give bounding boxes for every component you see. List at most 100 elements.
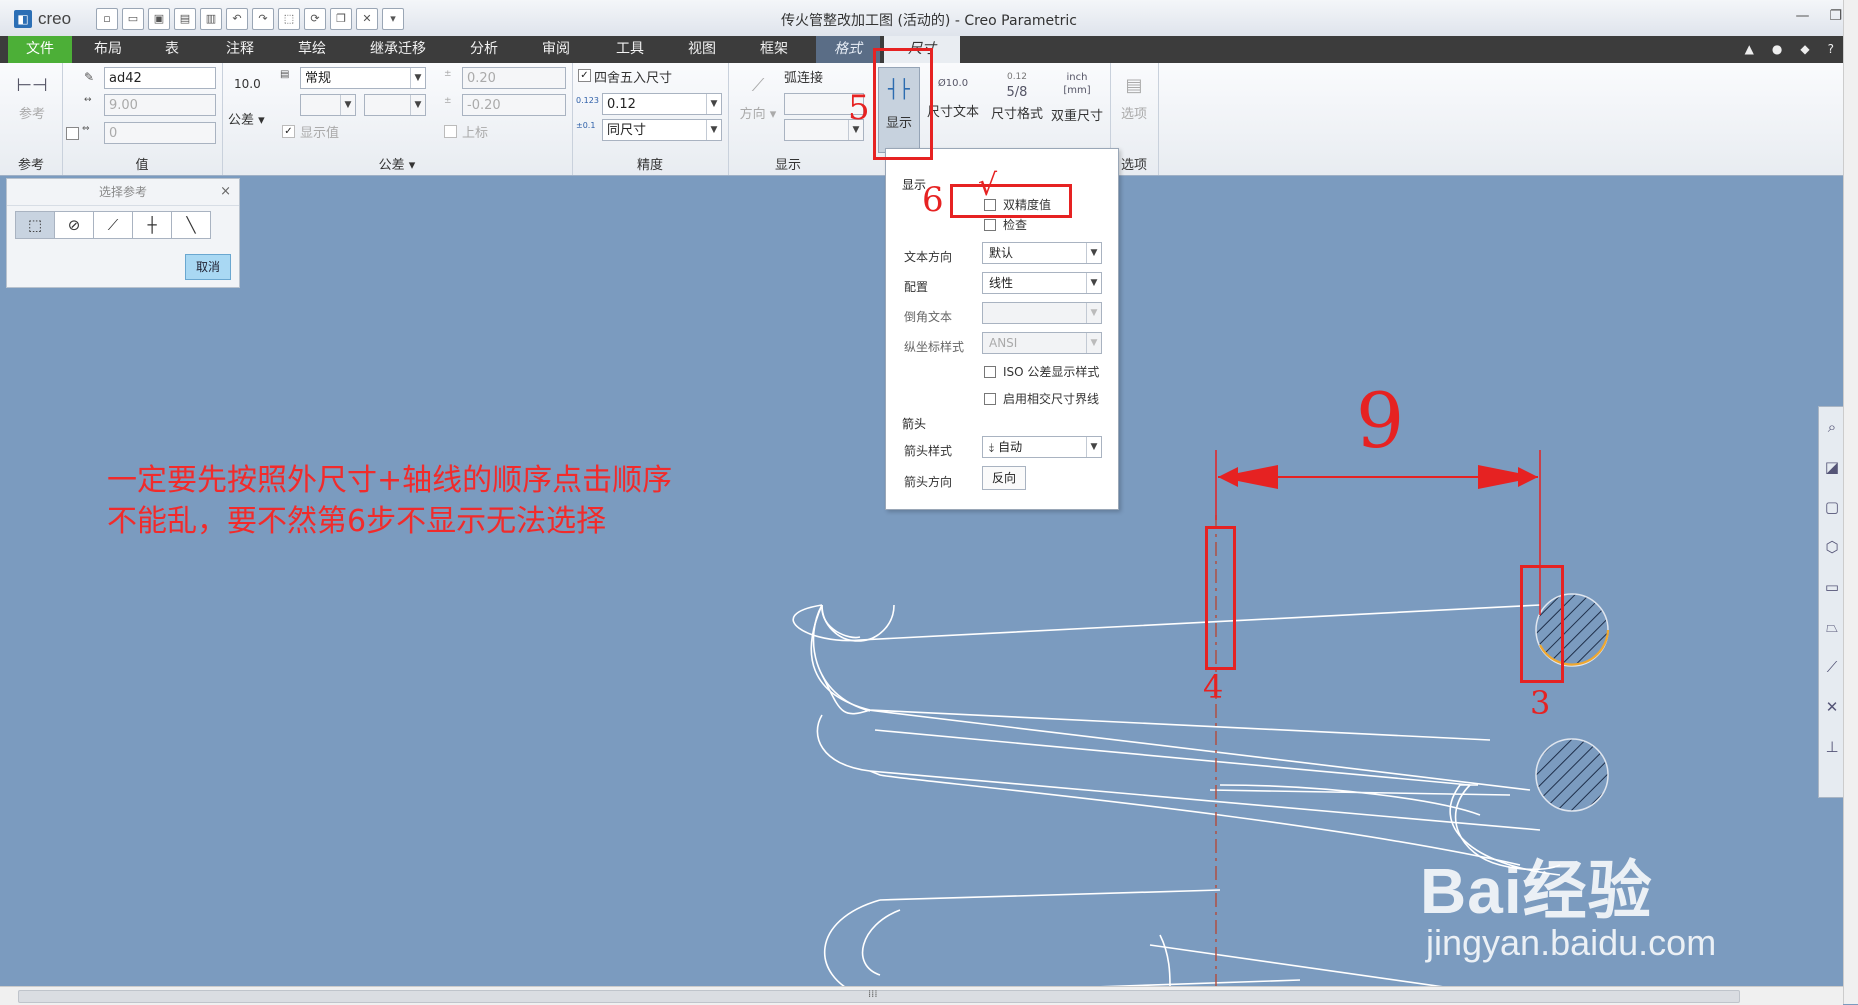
inspection-checkbox[interactable]	[984, 219, 996, 231]
horizontal-scroll-thumb[interactable]	[18, 990, 1740, 1003]
dimension-text-button[interactable]: Ø10.0 尺寸文本	[926, 67, 980, 120]
restore-icon[interactable]: ❐	[1829, 8, 1842, 24]
zoom-icon[interactable]: ⌕	[1819, 407, 1845, 447]
annotation-box-step5	[873, 48, 933, 160]
intersect-witness-label: 启用相交尺寸界线	[1003, 392, 1100, 406]
tab-annotate[interactable]: 注释	[206, 36, 274, 63]
dual-icon-top: inch	[1066, 72, 1088, 83]
horizontal-scrollbar[interactable]: ⁞⁞⁞	[0, 986, 1843, 1005]
arc-feature[interactable]	[821, 604, 895, 642]
annotation-box-step3	[1520, 565, 1564, 683]
show-value-checkbox[interactable]: ✓	[282, 125, 295, 138]
settings-icon[interactable]: ◆	[1800, 42, 1809, 56]
tolerance-precision-select[interactable]: 同尺寸 ▼	[602, 119, 722, 141]
dual-dimension-button[interactable]: inch [mm] 双重尺寸	[1050, 67, 1104, 124]
tab-review[interactable]: 审阅	[524, 36, 588, 63]
intersect-witness-checkbox[interactable]	[984, 393, 996, 405]
tab-tools[interactable]: 工具	[598, 36, 662, 63]
options-button[interactable]: ▤ 选项	[1114, 69, 1154, 122]
upper-tolerance-field[interactable]: 0.20	[462, 67, 566, 89]
cancel-button[interactable]: 取消	[185, 254, 231, 280]
tab-format[interactable]: 格式	[816, 36, 880, 63]
upper-tol-icon: ±	[444, 69, 452, 79]
override-value-field[interactable]: 0	[104, 122, 216, 144]
tolerance-mode-select[interactable]: 常规 ▼	[300, 67, 426, 89]
help-icon[interactable]: ?	[1828, 42, 1834, 56]
annotation-step6: 6	[922, 180, 944, 220]
chevron-down-icon: ▼	[706, 120, 721, 140]
group-tolerance: 10.0 公差 ▾ ▤ 常规 ▼ ▼ ▼ ✓ 显示值 ± 0.20 ± -0.20…	[222, 63, 573, 175]
tab-frame[interactable]: 框架	[742, 36, 806, 63]
chevron-down-icon: ▼	[410, 68, 425, 88]
direction-button[interactable]: ⟋ 方向 ▾	[736, 69, 780, 122]
tolerance-select-a[interactable]: ▼	[300, 94, 356, 116]
display-style-icon[interactable]: ▢	[1819, 487, 1845, 527]
collapse-ribbon-icon[interactable]: ▲	[1745, 42, 1754, 56]
select-line-icon[interactable]: ⟋	[93, 211, 133, 239]
override-checkbox[interactable]	[66, 127, 79, 140]
reference-button[interactable]: ⊢⊣ 参考	[12, 69, 52, 122]
arrow-direction-label: 箭头方向	[904, 475, 953, 489]
minimize-icon[interactable]: —	[1795, 8, 1809, 24]
group-label-tolerance[interactable]: 公差 ▾	[222, 154, 572, 173]
tolerance-mode-value: 常规	[305, 71, 332, 86]
tab-layout[interactable]: 布局	[76, 36, 140, 63]
tab-analysis[interactable]: 分析	[452, 36, 516, 63]
user-icon[interactable]: ●	[1772, 42, 1782, 56]
precision-select[interactable]: 0.12 ▼	[602, 93, 722, 115]
precision-value: 0.12	[607, 97, 636, 112]
dimension-format-icon-fraction: 5/8	[1006, 85, 1028, 100]
datum-axis-icon[interactable]: ⟋	[1819, 647, 1845, 687]
round-dimension-checkbox[interactable]: ✓	[578, 69, 591, 82]
tab-file[interactable]: 文件	[8, 36, 72, 63]
tolerance-button[interactable]: 公差 ▾	[228, 109, 265, 128]
tolerance-button-label: 公差	[228, 113, 255, 128]
chevron-down-icon: ▼	[1086, 273, 1101, 293]
select-axis-icon[interactable]: ╲	[171, 211, 211, 239]
datum-point-icon[interactable]: ✕	[1819, 687, 1845, 727]
select-intersection-icon[interactable]: ┼	[132, 211, 172, 239]
dimension-format-button[interactable]: 0.12 5/8 尺寸格式	[990, 67, 1044, 122]
arrow-style-value: 自动	[998, 440, 1023, 454]
dimension-value[interactable]: 9	[1356, 376, 1404, 465]
arrow-style-select[interactable]: ⤈ 自动 ▼	[982, 436, 1102, 458]
repaint-icon[interactable]: ◪	[1819, 447, 1845, 487]
layer-icon[interactable]: ▭	[1819, 567, 1845, 607]
tab-legacy-migration[interactable]: 继承迁移	[352, 36, 444, 63]
direction-label: 方向 ▾	[739, 107, 777, 122]
coordinate-system-icon[interactable]: ⊥	[1819, 727, 1845, 767]
group-label-display: 显示	[774, 158, 801, 173]
title-bar: ◧ creo ▫ ▭ ▣ ▤ ▥ ↶ ↷ ⬚ ⟳ ❐ ✕ ▾ 传火管整改加工图 …	[0, 0, 1858, 37]
config-select[interactable]: 线性 ▼	[982, 272, 1102, 294]
section-circle-bottom[interactable]	[1535, 738, 1609, 812]
dimension-name-field[interactable]: ad42	[104, 67, 216, 89]
select-entity-icon[interactable]: ⬚	[15, 211, 55, 239]
chamfer-text-label: 倒角文本	[904, 310, 953, 324]
saved-views-icon[interactable]: ⬡	[1819, 527, 1845, 567]
vertical-scrollbar[interactable]	[1843, 0, 1858, 1004]
tab-view[interactable]: 视图	[670, 36, 734, 63]
sketch-icon[interactable]: ⏢	[1819, 607, 1845, 647]
select-curve-icon[interactable]: ⊘	[54, 211, 94, 239]
flip-arrow-button[interactable]: 反向	[982, 466, 1026, 490]
tolerance-select-b[interactable]: ▼	[364, 94, 426, 116]
tab-right-controls: ▲ ● ◆ ?	[1745, 42, 1834, 56]
watermark-main: Bai经验	[1420, 855, 1653, 927]
chevron-down-icon: ▼	[1086, 303, 1101, 323]
dual-dimension-label: 双重尺寸	[1050, 109, 1103, 124]
tolerance-precision-value: 同尺寸	[607, 123, 647, 138]
superscript-checkbox[interactable]	[444, 125, 457, 138]
close-icon[interactable]: ×	[220, 184, 231, 199]
chamfer-text-select[interactable]: ▼	[982, 302, 1102, 324]
nominal-icon: ↔	[84, 95, 92, 105]
tab-sketch[interactable]: 草绘	[278, 36, 346, 63]
ordinate-style-select[interactable]: ANSI ▼	[982, 332, 1102, 354]
tab-table[interactable]: 表	[142, 36, 202, 63]
nominal-value-field[interactable]: 9.00	[104, 94, 216, 116]
group-reference: ⊢⊣ 参考 参考	[0, 63, 63, 175]
iso-tolerance-checkbox[interactable]	[984, 366, 996, 378]
dimension-text-icon: Ø10.0	[937, 78, 969, 89]
instruction-note: 一定要先按照外尺寸+轴线的顺序点击顺序 不能乱，要不然第6步不显示无法选择	[107, 460, 672, 542]
lower-tolerance-field[interactable]: -0.20	[462, 94, 566, 116]
text-orientation-select[interactable]: 默认 ▼	[982, 242, 1102, 264]
